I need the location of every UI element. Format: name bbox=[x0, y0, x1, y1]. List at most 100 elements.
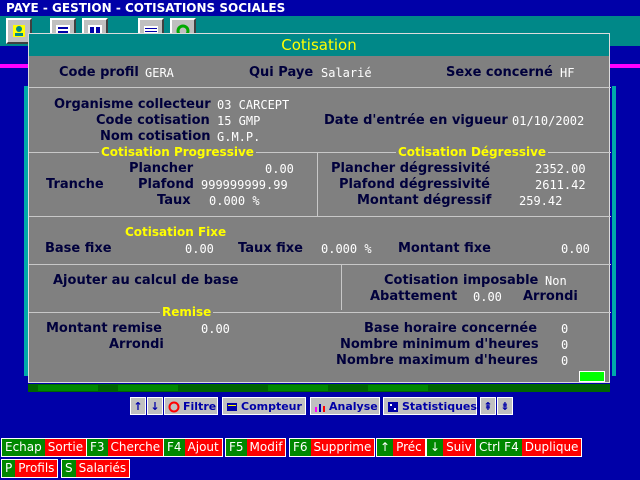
qui-paye-value[interactable]: Salarié bbox=[321, 66, 372, 80]
last-page-icon[interactable]: ⇟ bbox=[497, 397, 513, 415]
strip-block bbox=[38, 385, 98, 391]
stripe bbox=[610, 64, 640, 68]
base-horaire-label: Base horaire concernée bbox=[364, 321, 538, 336]
filtre-button[interactable]: Filtre bbox=[164, 397, 218, 415]
code-cotisation-value[interactable]: 15 GMP bbox=[217, 114, 260, 128]
plafond-value[interactable]: 999999999.99 bbox=[201, 178, 288, 192]
plancher-value[interactable]: 0.00 bbox=[265, 162, 294, 176]
fkey-key: ↑ bbox=[377, 439, 394, 456]
fkey-key: F6 bbox=[290, 439, 311, 456]
fkey-label: Modif bbox=[246, 439, 286, 456]
filter-icon bbox=[168, 401, 180, 413]
remise-section-title: Remise bbox=[160, 305, 214, 319]
base-fixe-value[interactable]: 0.00 bbox=[185, 242, 214, 256]
max-heures-value[interactable]: 0 bbox=[561, 354, 568, 368]
fkey-prec[interactable]: ↑ Préc bbox=[376, 438, 426, 457]
fkey-cherche[interactable]: F3 Cherche bbox=[86, 438, 165, 457]
montant-fixe-label: Montant fixe bbox=[398, 241, 491, 256]
qui-paye-label: Qui Paye bbox=[249, 65, 314, 80]
plancher-label: Plancher bbox=[129, 161, 194, 176]
fkey-key: F4 bbox=[164, 439, 185, 456]
fkey-key: F5 bbox=[226, 439, 247, 456]
statistiques-label: Statistiques bbox=[402, 400, 477, 413]
min-heures-label: Nombre minimum d'heures bbox=[340, 337, 539, 352]
fkey-modif[interactable]: F5 Modif bbox=[225, 438, 287, 457]
date-label: Date d'entrée en vigueur bbox=[324, 113, 508, 128]
plancher-degr-value[interactable]: 2352.00 bbox=[535, 162, 586, 176]
fkey-key: P bbox=[2, 460, 16, 477]
divider bbox=[317, 152, 318, 216]
fixe-section-title: Cotisation Fixe bbox=[125, 225, 227, 239]
montant-remise-label: Montant remise bbox=[46, 321, 162, 336]
cotisation-dialog: Cotisation Code profil GERA Qui Paye Sal… bbox=[28, 33, 611, 383]
arrondi-label: Arrondi bbox=[523, 289, 578, 304]
code-profil-value[interactable]: GERA bbox=[145, 66, 174, 80]
fkey-suiv[interactable]: ↓ Suiv bbox=[426, 438, 476, 457]
sexe-value[interactable]: HF bbox=[560, 66, 574, 80]
function-key-bar: Echap Sortie F3 Cherche F4 Ajout F5 Modif F6… bbox=[0, 437, 640, 480]
taux-fixe-label: Taux fixe bbox=[238, 241, 303, 256]
remise-arrondi-label: Arrondi bbox=[109, 337, 164, 352]
fkey-key: Echap bbox=[2, 439, 45, 456]
fkey-profils[interactable]: P Profils bbox=[1, 459, 59, 478]
strip-block bbox=[118, 385, 178, 391]
fkey-label: Suiv bbox=[443, 439, 475, 456]
min-heures-value[interactable]: 0 bbox=[561, 338, 568, 352]
montant-degr-label: Montant dégressif bbox=[357, 193, 492, 208]
fkey-label: Sortie bbox=[44, 439, 87, 456]
arrow-up-icon[interactable]: ↑ bbox=[130, 397, 146, 415]
fkey-ajout[interactable]: F4 Ajout bbox=[163, 438, 223, 457]
organisme-label: Organisme collecteur bbox=[54, 97, 211, 112]
montant-remise-value[interactable]: 0.00 bbox=[201, 322, 230, 336]
fkey-label: Salariés bbox=[75, 460, 130, 477]
divider bbox=[341, 264, 342, 310]
filtre-label: Filtre bbox=[183, 400, 217, 413]
fkey-label: Supprime bbox=[310, 439, 375, 456]
prog-section-title: Cotisation Progressive bbox=[99, 145, 256, 159]
fkey-duplique[interactable]: Ctrl F4 Duplique bbox=[475, 438, 583, 457]
organisme-value[interactable]: 03 CARCEPT bbox=[217, 98, 289, 112]
divider bbox=[29, 216, 611, 217]
compteur-button[interactable]: Compteur bbox=[222, 397, 306, 415]
imposable-label: Cotisation imposable bbox=[384, 273, 539, 288]
max-heures-label: Nombre maximum d'heures bbox=[336, 353, 539, 368]
date-value[interactable]: 01/10/2002 bbox=[512, 114, 584, 128]
grid-icon bbox=[387, 401, 399, 413]
right-border bbox=[612, 86, 616, 376]
fkey-label: Duplique bbox=[521, 439, 582, 456]
divider bbox=[29, 264, 611, 265]
base-fixe-label: Base fixe bbox=[45, 241, 112, 256]
base-horaire-value[interactable]: 0 bbox=[561, 322, 568, 336]
fkey-key: F3 bbox=[87, 439, 108, 456]
status-strip bbox=[28, 384, 610, 392]
chart-icon bbox=[314, 401, 326, 413]
analyse-button[interactable]: Analyse bbox=[310, 397, 380, 415]
first-page-icon[interactable]: ⇞ bbox=[480, 397, 496, 415]
ok-button[interactable] bbox=[579, 371, 605, 382]
fkey-label: Profils bbox=[15, 460, 58, 477]
nom-cotisation-value[interactable]: G.M.P. bbox=[217, 130, 260, 144]
plafond-degr-value[interactable]: 2611.42 bbox=[535, 178, 586, 192]
window-title: PAYE - GESTION - COTISATIONS SOCIALES bbox=[0, 0, 640, 16]
compteur-label: Compteur bbox=[241, 400, 302, 413]
fkey-key: S bbox=[62, 460, 76, 477]
montant-degr-value[interactable]: 259.42 bbox=[519, 194, 562, 208]
montant-fixe-value[interactable]: 0.00 bbox=[561, 242, 590, 256]
abattement-value[interactable]: 0.00 bbox=[473, 290, 502, 304]
counter-icon bbox=[226, 401, 238, 413]
taux-label: Taux bbox=[157, 193, 191, 208]
fkey-salaries[interactable]: S Salariés bbox=[61, 459, 131, 478]
strip-block bbox=[268, 385, 328, 391]
statistiques-button[interactable]: Statistiques bbox=[383, 397, 477, 415]
fkey-sortie[interactable]: Echap Sortie bbox=[1, 438, 88, 457]
strip-block bbox=[368, 385, 428, 391]
taux-fixe-value[interactable]: 0.000 % bbox=[321, 242, 372, 256]
fkey-key: Ctrl F4 bbox=[476, 439, 522, 456]
taux-value[interactable]: 0.000 % bbox=[209, 194, 260, 208]
fkey-label: Préc bbox=[393, 439, 425, 456]
analyse-label: Analyse bbox=[329, 400, 378, 413]
imposable-value[interactable]: Non bbox=[545, 274, 567, 288]
arrow-down-icon[interactable]: ↓ bbox=[147, 397, 163, 415]
right-background bbox=[610, 46, 640, 398]
fkey-supprime[interactable]: F6 Supprime bbox=[289, 438, 376, 457]
